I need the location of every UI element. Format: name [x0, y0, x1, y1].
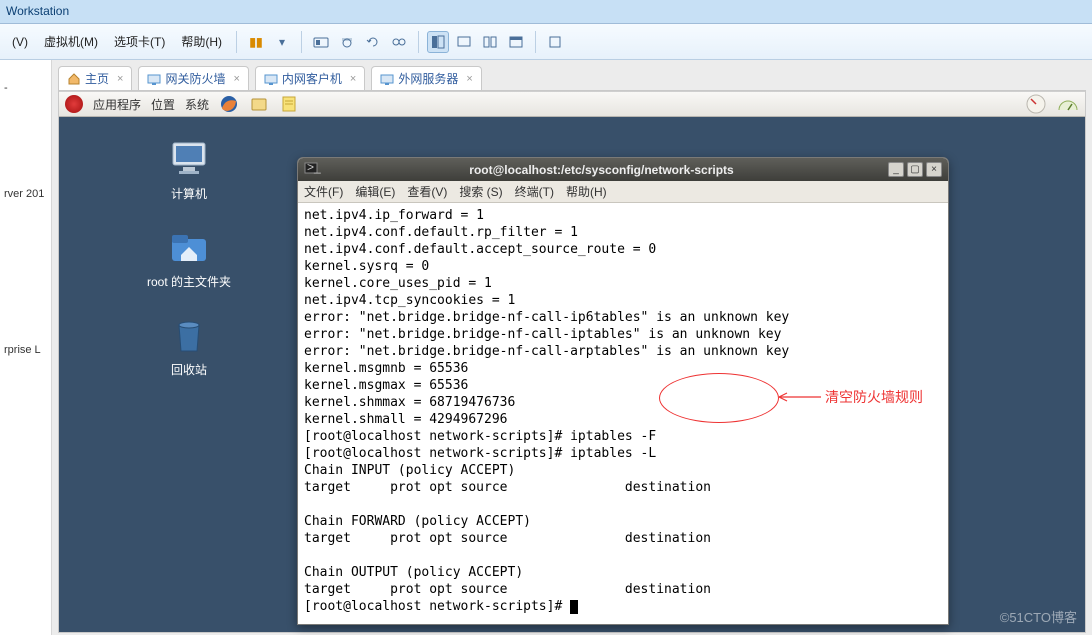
- terminal-menubar: 文件(F) 编辑(E) 查看(V) 搜索 (S) 终端(T) 帮助(H): [298, 181, 948, 203]
- tab-extranet[interactable]: 外网服务器 ×: [371, 66, 481, 90]
- watermark: ©51CTO博客: [1000, 607, 1077, 626]
- pause-button[interactable]: ▮▮: [245, 31, 267, 53]
- separator: [535, 31, 536, 53]
- close-button[interactable]: ×: [926, 162, 942, 177]
- sidebar-item-cutoff-2[interactable]: rprise L: [0, 342, 51, 358]
- view-console-icon[interactable]: [453, 31, 475, 53]
- app-titlebar: Workstation: [0, 0, 1092, 24]
- app-menubar: (V) 虚拟机(M) 选项卡(T) 帮助(H) ▮▮ ▾: [0, 24, 1092, 60]
- vm-tabs: 主页 × 网关防火墙 × 内网客户机 × 外网服务器 ×: [52, 60, 1092, 90]
- menu-help[interactable]: 帮助(H): [173, 27, 230, 56]
- gauge-icon: [1025, 93, 1047, 115]
- terminal-menu-help[interactable]: 帮助(H): [566, 183, 607, 200]
- separator: [301, 31, 302, 53]
- gnome-top-panel: 应用程序 位置 系统: [59, 91, 1085, 117]
- menu-vm[interactable]: 虚拟机(M): [36, 27, 106, 56]
- gnome-places[interactable]: 位置: [151, 96, 175, 113]
- close-icon[interactable]: ×: [466, 73, 472, 85]
- terminal-menu-file[interactable]: 文件(F): [304, 183, 343, 200]
- desktop-icon-trash[interactable]: 回收站: [139, 313, 239, 378]
- desktop-icon-label: root 的主文件夹: [139, 273, 239, 290]
- terminal-menu-terminal[interactable]: 终端(T): [515, 183, 554, 200]
- terminal-title: root@localhost:/etc/sysconfig/network-sc…: [318, 163, 885, 177]
- tab-label: 外网服务器: [398, 70, 458, 87]
- folder-home-icon: [167, 225, 211, 269]
- redhat-icon[interactable]: [65, 95, 83, 113]
- terminal-menu-edit[interactable]: 编辑(E): [355, 183, 395, 200]
- desktop-icon-computer[interactable]: 计算机: [139, 137, 239, 202]
- terminal-output[interactable]: net.ipv4.ip_forward = 1 net.ipv4.conf.de…: [298, 203, 948, 624]
- maximize-button[interactable]: ▢: [907, 162, 923, 177]
- minimize-button[interactable]: _: [888, 162, 904, 177]
- guest-desktop[interactable]: 计算机 root 的主文件夹 回收站 >_ root@localhost:/et…: [59, 117, 1085, 632]
- view-single-icon[interactable]: [427, 31, 449, 53]
- firefox-icon[interactable]: [219, 94, 239, 114]
- desktop-icon-home[interactable]: root 的主文件夹: [139, 225, 239, 290]
- view-fullscreen-icon[interactable]: [505, 31, 527, 53]
- gauge-icon-2: [1057, 92, 1079, 117]
- vm-icon: [380, 72, 394, 86]
- trash-icon: [167, 313, 211, 357]
- play-dropdown-icon[interactable]: ▾: [271, 31, 293, 53]
- file-manager-icon[interactable]: [249, 94, 269, 114]
- monitor-icon: [167, 137, 211, 181]
- close-icon[interactable]: ×: [233, 73, 239, 85]
- library-sidebar: - rver 201 rprise L: [0, 60, 52, 635]
- close-icon[interactable]: ×: [117, 73, 123, 85]
- desktop-icon-label: 计算机: [139, 185, 239, 202]
- terminal-window: >_ root@localhost:/etc/sysconfig/network…: [297, 157, 949, 625]
- tab-label: 内网客户机: [282, 70, 342, 87]
- desktop-icon-label: 回收站: [139, 361, 239, 378]
- main-area: - rver 201 rprise L 主页 × 网关防火墙 × 内网客户机 ×: [0, 60, 1092, 635]
- vm-icon: [264, 72, 278, 86]
- manage-snapshots-icon[interactable]: [388, 31, 410, 53]
- separator: [236, 31, 237, 53]
- home-icon: [67, 72, 81, 86]
- tab-firewall[interactable]: 网关防火墙 ×: [138, 66, 248, 90]
- terminal-menu-view[interactable]: 查看(V): [407, 183, 447, 200]
- terminal-menu-search[interactable]: 搜索 (S): [459, 183, 502, 200]
- terminal-app-icon: >_: [304, 161, 318, 178]
- sidebar-item-cutoff[interactable]: rver 201: [0, 186, 51, 202]
- snapshot-icon[interactable]: [336, 31, 358, 53]
- tab-label: 网关防火墙: [165, 70, 225, 87]
- app-title: Workstation: [6, 4, 69, 18]
- editor-area: 主页 × 网关防火墙 × 内网客户机 × 外网服务器 ×: [52, 60, 1092, 635]
- menu-view[interactable]: (V): [4, 29, 36, 55]
- unity-icon[interactable]: [544, 31, 566, 53]
- tab-home[interactable]: 主页 ×: [58, 66, 132, 90]
- revert-icon[interactable]: [362, 31, 384, 53]
- vm-icon: [147, 72, 161, 86]
- tab-label: 主页: [85, 70, 109, 87]
- send-keys-icon[interactable]: [310, 31, 332, 53]
- sidebar-search-label: -: [0, 80, 51, 96]
- gnome-system[interactable]: 系统: [185, 96, 209, 113]
- tab-intranet[interactable]: 内网客户机 ×: [255, 66, 365, 90]
- close-icon[interactable]: ×: [350, 73, 356, 85]
- view-multi-icon[interactable]: [479, 31, 501, 53]
- separator: [418, 31, 419, 53]
- menu-tabs[interactable]: 选项卡(T): [106, 27, 173, 56]
- notepad-icon[interactable]: [279, 94, 299, 114]
- terminal-titlebar[interactable]: >_ root@localhost:/etc/sysconfig/network…: [298, 158, 948, 181]
- gnome-applications[interactable]: 应用程序: [93, 96, 141, 113]
